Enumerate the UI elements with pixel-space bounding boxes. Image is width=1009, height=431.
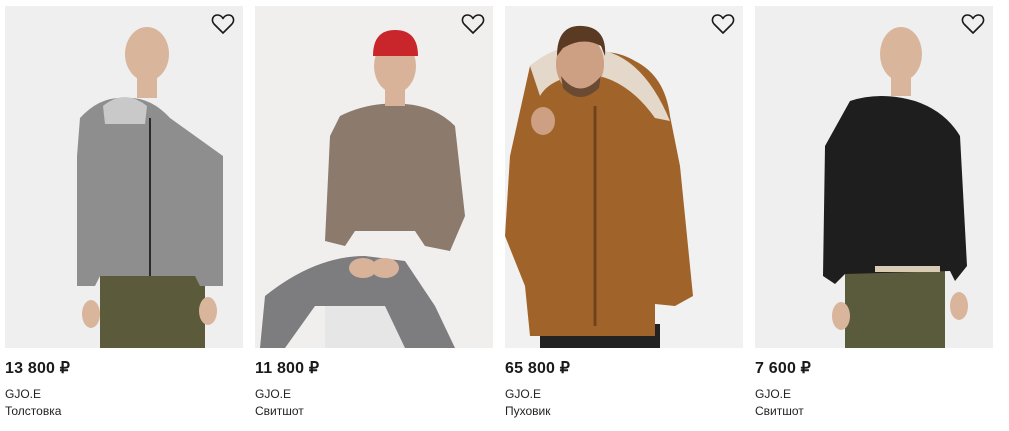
product-price: 65 800 ₽ — [505, 360, 571, 377]
product-card[interactable]: 11 800 ₽ GJO.E Свитшот — [255, 6, 493, 419]
product-brand[interactable]: GJO.E — [255, 387, 493, 402]
model-in-hoodie-image — [5, 6, 243, 348]
product-card[interactable]: 65 800 ₽ GJO.E Пуховик — [505, 6, 743, 419]
model-in-sweatshirt-image — [255, 6, 493, 348]
favorite-heart-icon[interactable] — [961, 13, 985, 35]
product-photo[interactable] — [255, 6, 493, 348]
product-photo[interactable] — [755, 6, 993, 348]
favorite-heart-icon[interactable] — [461, 13, 485, 35]
product-brand[interactable]: GJO.E — [505, 387, 743, 402]
product-card[interactable]: 7 600 ₽ GJO.E Свитшот — [755, 6, 993, 419]
model-in-parka-image — [505, 6, 743, 348]
product-price: 7 600 ₽ — [755, 360, 812, 377]
product-price: 13 800 ₽ — [5, 360, 71, 377]
product-photo[interactable] — [5, 6, 243, 348]
product-photo[interactable] — [505, 6, 743, 348]
model-in-black-sweatshirt-image — [755, 6, 993, 348]
product-brand[interactable]: GJO.E — [5, 387, 243, 402]
product-type[interactable]: Свитшот — [255, 404, 493, 419]
product-type[interactable]: Толстовка — [5, 404, 243, 419]
product-brand[interactable]: GJO.E — [755, 387, 993, 402]
product-grid: 13 800 ₽ GJO.E Толстовка 11 800 ₽ GJO.E … — [0, 0, 1009, 431]
product-card[interactable]: 13 800 ₽ GJO.E Толстовка — [5, 6, 243, 419]
favorite-heart-icon[interactable] — [211, 13, 235, 35]
product-price: 11 800 ₽ — [255, 360, 320, 377]
product-type[interactable]: Свитшот — [755, 404, 993, 419]
product-type[interactable]: Пуховик — [505, 404, 743, 419]
favorite-heart-icon[interactable] — [711, 13, 735, 35]
